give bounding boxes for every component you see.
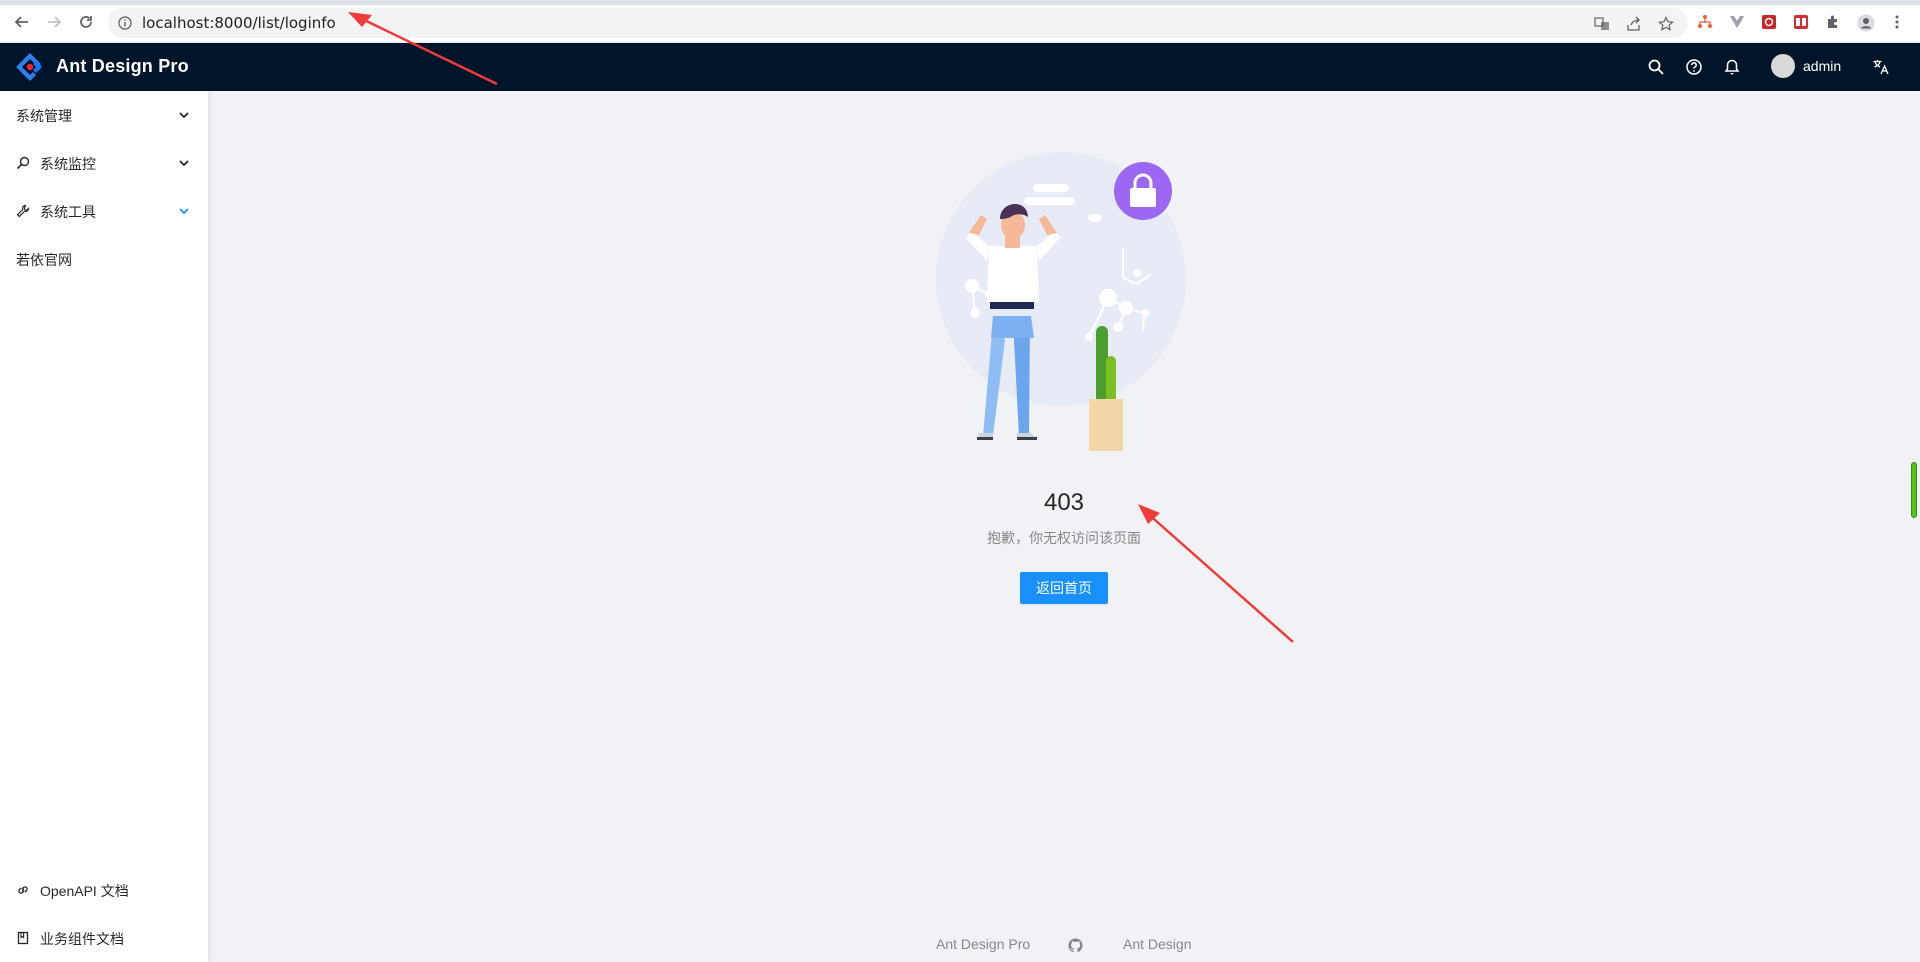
notification-bell-icon[interactable] [1723,58,1741,76]
forward-arrow-icon[interactable] [44,12,64,32]
chevron-down-icon [178,109,190,121]
back-arrow-icon[interactable] [12,12,32,32]
profile-icon[interactable] [1857,14,1875,32]
ant-design-logo-icon[interactable] [15,52,45,82]
link-icon [16,883,30,897]
extensions-puzzle-icon[interactable] [1825,14,1841,30]
forbidden-illustration [933,151,1193,461]
bookmark-star-icon[interactable] [1658,16,1674,32]
extension-fe-icon[interactable] [1793,14,1809,30]
app-header: Ant Design Pro admin [0,43,1920,91]
github-icon[interactable] [1068,938,1083,953]
browser-toolbar: localhost:8000/list/loginfo [0,0,1920,43]
browser-menu-icon[interactable] [1889,14,1905,30]
sidebar-item-ruoyi-website[interactable]: 若依官网 [0,239,208,279]
sidebar-link-openapi-docs[interactable]: OpenAPI 文档 [0,870,208,910]
share-icon[interactable] [1626,16,1642,32]
url-text[interactable]: localhost:8000/list/loginfo [142,14,336,32]
reload-icon[interactable] [76,12,96,32]
username[interactable]: admin [1803,58,1841,74]
extension-vue-icon[interactable] [1729,14,1745,30]
sidebar-item-label: 系统工具 [40,204,96,220]
footer: Ant Design Pro Ant Design [208,936,1920,960]
footer-link-ant-design[interactable]: Ant Design [1123,936,1191,952]
chevron-down-icon [178,157,190,169]
sidebar-link-label: OpenAPI 文档 [40,883,129,899]
help-question-icon[interactable] [1685,58,1703,76]
site-info-icon[interactable] [118,16,132,30]
tool-icon [16,204,30,218]
error-message: 抱歉，你无权访问该页面 [987,530,1141,546]
back-home-button[interactable]: 返回首页 [1020,572,1108,604]
translate-icon[interactable] [1594,16,1610,32]
address-bar[interactable]: localhost:8000/list/loginfo [108,8,1688,38]
sidebar-item-system-tools[interactable]: 系统工具 [0,191,208,231]
search-icon[interactable] [1647,58,1665,76]
extension-red-icon[interactable] [1761,14,1777,30]
app-title[interactable]: Ant Design Pro [56,56,189,77]
book-icon [16,931,30,945]
scrollbar-thumb[interactable] [1911,462,1917,518]
sidebar: 系统管理 系统监控 系统工具 若依官网 OpenAPI 文档 业务组件文档 [0,91,208,962]
footer-link-ant-design-pro[interactable]: Ant Design Pro [936,936,1030,952]
error-code: 403 [1043,489,1085,516]
language-translate-icon[interactable] [1872,58,1890,76]
browser-tab-strip [0,0,1920,5]
search-icon [16,156,30,170]
avatar[interactable] [1771,54,1795,78]
sidebar-item-label: 系统监控 [40,156,96,172]
sidebar-item-system-management[interactable]: 系统管理 [0,95,208,135]
sidebar-item-label: 若依官网 [16,252,72,268]
main-content: 403 抱歉，你无权访问该页面 返回首页 Ant Design Pro Ant … [208,91,1920,962]
chevron-down-icon [178,205,190,217]
sidebar-link-component-docs[interactable]: 业务组件文档 [0,918,208,958]
sidebar-item-system-monitor[interactable]: 系统监控 [0,143,208,183]
extension-tree-icon[interactable] [1697,14,1713,30]
sidebar-item-label: 系统管理 [16,108,72,124]
sidebar-link-label: 业务组件文档 [40,931,124,947]
